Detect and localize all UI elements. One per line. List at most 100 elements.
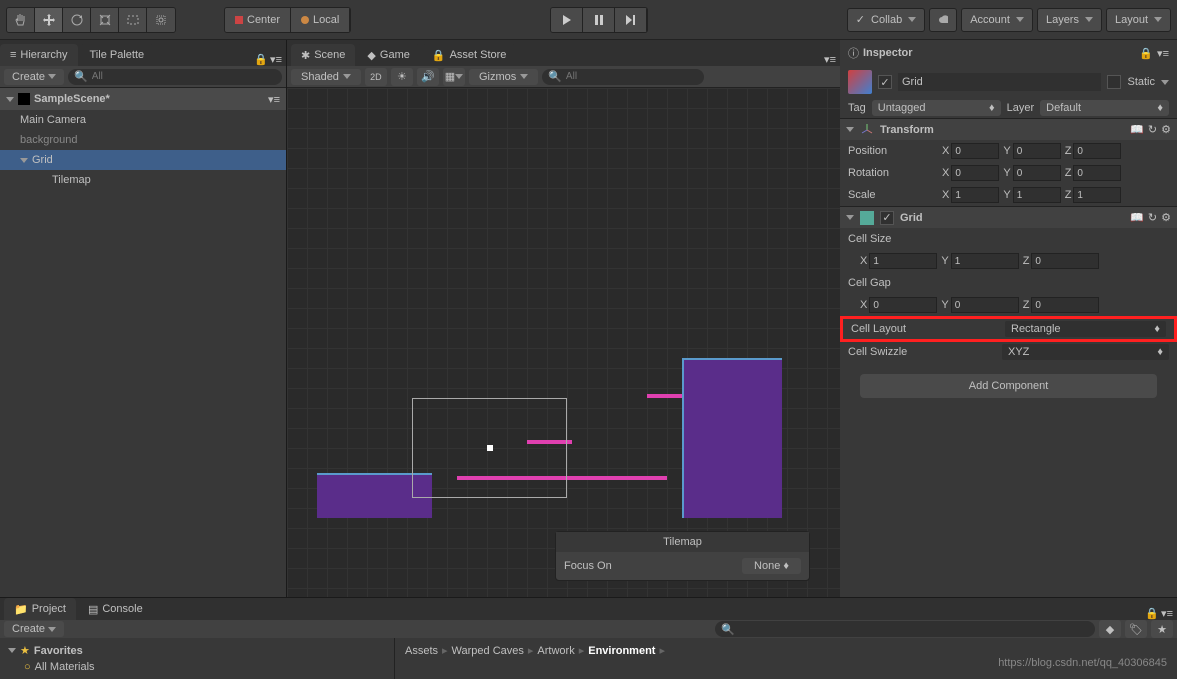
cloud-button[interactable] xyxy=(929,8,957,32)
tree-item-tilemap[interactable]: Tilemap xyxy=(0,170,286,190)
cell-swizzle-dropdown[interactable]: XYZ♦ xyxy=(1002,344,1169,360)
gear-icon[interactable]: ⚙ xyxy=(1161,211,1171,224)
layout-dropdown[interactable]: Layout xyxy=(1106,8,1171,32)
panel-menu-icon[interactable]: ▾≡ xyxy=(1157,47,1169,60)
gameobject-icon[interactable] xyxy=(848,70,872,94)
create-dropdown[interactable]: Create xyxy=(4,69,64,85)
help-icon[interactable]: 📖 xyxy=(1130,211,1144,224)
rect-tool[interactable] xyxy=(119,8,147,32)
lock-icon[interactable]: 🔒 xyxy=(254,53,268,66)
rotate-tool[interactable] xyxy=(63,8,91,32)
static-checkbox[interactable] xyxy=(1107,75,1121,89)
scale-z[interactable] xyxy=(1073,187,1121,203)
position-z[interactable] xyxy=(1073,143,1121,159)
filter-icon[interactable]: ◆ xyxy=(1099,620,1121,638)
tree-item-grid[interactable]: Grid xyxy=(0,150,286,170)
position-x[interactable] xyxy=(951,143,999,159)
layers-dropdown[interactable]: Layers xyxy=(1037,8,1102,32)
transform-component-header[interactable]: Transform 📖↻⚙ xyxy=(840,118,1177,140)
lock-icon[interactable]: 🔒 xyxy=(1139,47,1153,60)
project-search[interactable]: 🔍 xyxy=(715,621,1095,637)
tab-hierarchy[interactable]: ≡Hierarchy xyxy=(0,44,78,66)
cell-layout-dropdown[interactable]: Rectangle♦ xyxy=(1005,321,1166,337)
scene-header[interactable]: SampleScene* ▾≡ xyxy=(0,88,286,110)
pivot-center[interactable]: Center xyxy=(225,8,291,32)
lighting-toggle[interactable]: ☀ xyxy=(391,68,413,86)
transform-tool[interactable] xyxy=(147,8,175,32)
rotation-y[interactable] xyxy=(1013,165,1061,181)
cellsize-x[interactable] xyxy=(869,253,937,269)
play-controls xyxy=(550,7,648,33)
step-button[interactable] xyxy=(615,8,647,32)
grid-enabled-checkbox[interactable]: ✓ xyxy=(880,211,894,225)
active-checkbox[interactable]: ✓ xyxy=(878,75,892,89)
shaded-dropdown[interactable]: Shaded xyxy=(291,69,361,85)
add-component-button[interactable]: Add Component xyxy=(860,374,1157,398)
tree-item-main-camera[interactable]: Main Camera xyxy=(0,110,286,130)
cell-swizzle-label: Cell Swizzle xyxy=(848,346,998,358)
tab-scene[interactable]: ✱Scene xyxy=(291,44,355,66)
play-button[interactable] xyxy=(551,8,583,32)
tab-console[interactable]: ▤Console xyxy=(78,598,153,620)
fx-toggle[interactable]: ▦ xyxy=(443,68,465,86)
cellgap-y[interactable] xyxy=(951,297,1019,313)
account-dropdown[interactable]: Account xyxy=(961,8,1033,32)
favorite-icon[interactable]: ★ xyxy=(1151,620,1173,638)
favorites-row[interactable]: ★Favorites xyxy=(4,642,390,659)
grid-icon xyxy=(860,211,874,225)
help-icon[interactable]: 📖 xyxy=(1130,123,1144,136)
scene-search[interactable]: 🔍 xyxy=(542,69,704,85)
object-name-input[interactable] xyxy=(898,73,1101,91)
console-icon: ▤ xyxy=(88,603,98,616)
grid-component-header[interactable]: ✓ Grid 📖↻⚙ xyxy=(840,206,1177,228)
hierarchy-search[interactable]: 🔍 xyxy=(68,69,282,85)
layer-dropdown[interactable]: Default♦ xyxy=(1040,100,1169,116)
breadcrumb-item[interactable]: Warped Caves xyxy=(452,645,524,657)
tab-game[interactable]: ◆Game xyxy=(357,44,419,66)
tab-tile-palette[interactable]: Tile Palette xyxy=(80,44,155,66)
mode-2d[interactable]: 2D xyxy=(365,68,387,86)
cellgap-x[interactable] xyxy=(869,297,937,313)
rotation-x[interactable] xyxy=(951,165,999,181)
hand-tool[interactable] xyxy=(7,8,35,32)
lock-icon[interactable]: 🔒 xyxy=(1145,607,1159,620)
search-icon: 🔍 xyxy=(74,70,88,83)
cellsize-y[interactable] xyxy=(951,253,1019,269)
collab-dropdown[interactable]: ✓Collab xyxy=(847,8,925,32)
inspector-icon: ⓘ xyxy=(848,45,859,61)
pause-button[interactable] xyxy=(583,8,615,32)
tab-asset-store[interactable]: 🔒Asset Store xyxy=(422,44,517,66)
cellsize-z[interactable] xyxy=(1031,253,1099,269)
rotation-z[interactable] xyxy=(1073,165,1121,181)
scene-panel: ✱Scene ◆Game 🔒Asset Store ▾≡ Shaded 2D ☀… xyxy=(287,40,840,597)
scene-viewport[interactable]: Tilemap Focus OnNone ♦ xyxy=(287,88,840,597)
gear-icon[interactable]: ⚙ xyxy=(1161,123,1171,136)
cellgap-z[interactable] xyxy=(1031,297,1099,313)
tab-project[interactable]: 📁Project xyxy=(4,598,76,620)
focus-dropdown[interactable]: None ♦ xyxy=(742,558,801,574)
panel-menu-icon[interactable]: ▾≡ xyxy=(824,53,836,66)
filter-icon[interactable]: 🏷 xyxy=(1125,620,1147,638)
position-y[interactable] xyxy=(1013,143,1061,159)
all-materials-row[interactable]: ○All Materials xyxy=(4,659,390,675)
pivot-local[interactable]: Local xyxy=(291,8,350,32)
audio-toggle[interactable]: 🔊 xyxy=(417,68,439,86)
static-dropdown[interactable] xyxy=(1161,80,1169,85)
search-icon: 🔍 xyxy=(548,70,562,83)
tag-dropdown[interactable]: Untagged♦ xyxy=(872,100,1001,116)
project-create-dropdown[interactable]: Create xyxy=(4,621,64,637)
panel-menu-icon[interactable]: ▾≡ xyxy=(1161,607,1173,620)
gizmos-dropdown[interactable]: Gizmos xyxy=(469,69,538,85)
breadcrumb-item[interactable]: Artwork xyxy=(537,645,574,657)
scale-y[interactable] xyxy=(1013,187,1061,203)
move-tool[interactable] xyxy=(35,8,63,32)
reset-icon[interactable]: ↻ xyxy=(1148,123,1157,136)
scene-menu-icon[interactable]: ▾≡ xyxy=(268,93,280,106)
scale-tool[interactable] xyxy=(91,8,119,32)
tree-item-background[interactable]: background xyxy=(0,130,286,150)
panel-menu-icon[interactable]: ▾≡ xyxy=(270,53,282,66)
reset-icon[interactable]: ↻ xyxy=(1148,211,1157,224)
breadcrumb-item[interactable]: Assets xyxy=(405,645,438,657)
scale-x[interactable] xyxy=(951,187,999,203)
breadcrumb-item[interactable]: Environment xyxy=(588,645,655,657)
